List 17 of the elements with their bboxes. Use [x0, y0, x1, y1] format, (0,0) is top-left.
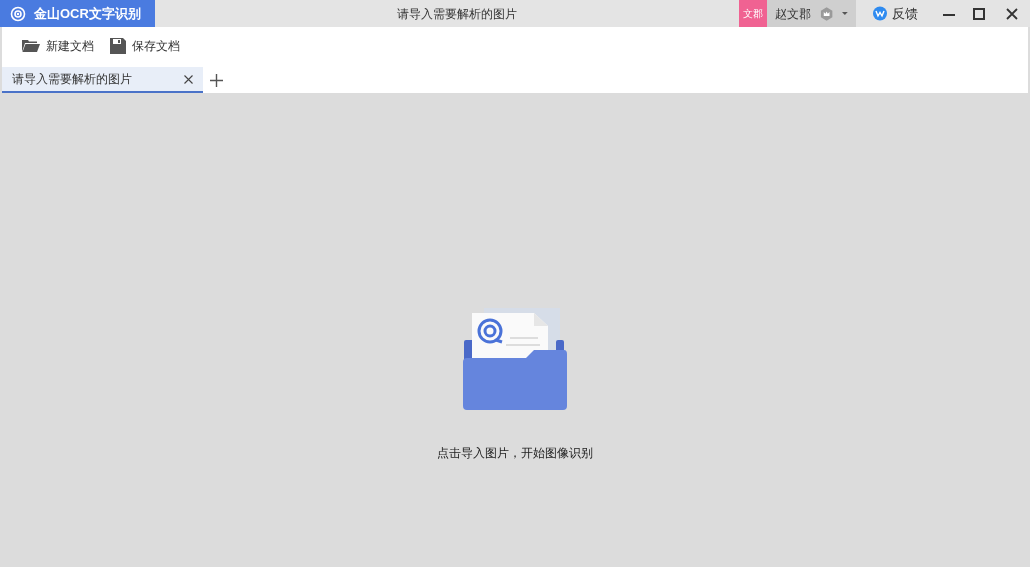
document-tab[interactable]: 请导入需要解析的图片 [2, 67, 203, 93]
close-tab-icon[interactable] [184, 74, 193, 84]
app-title: 金山OCR文字识别 [0, 0, 155, 27]
dropdown-caret-icon[interactable] [842, 11, 848, 16]
save-document-button[interactable]: 保存文档 [110, 37, 180, 55]
add-tab-icon[interactable] [210, 74, 223, 87]
close-icon[interactable] [1006, 7, 1018, 20]
folder-icon [22, 39, 40, 53]
crown-icon [819, 5, 835, 22]
chat-bubble-icon [872, 5, 888, 22]
avatar-badge: 文郡 [739, 0, 767, 27]
logo-icon [10, 5, 26, 22]
maximize-icon[interactable] [973, 7, 985, 20]
window-title: 请导入需要解析的图片 [396, 5, 517, 23]
feedback-button[interactable]: 反馈 [856, 3, 934, 24]
empty-state-message: 点击导入图片，开始图像识别 [437, 445, 593, 462]
new-document-button[interactable]: 新建文档 [22, 37, 94, 55]
